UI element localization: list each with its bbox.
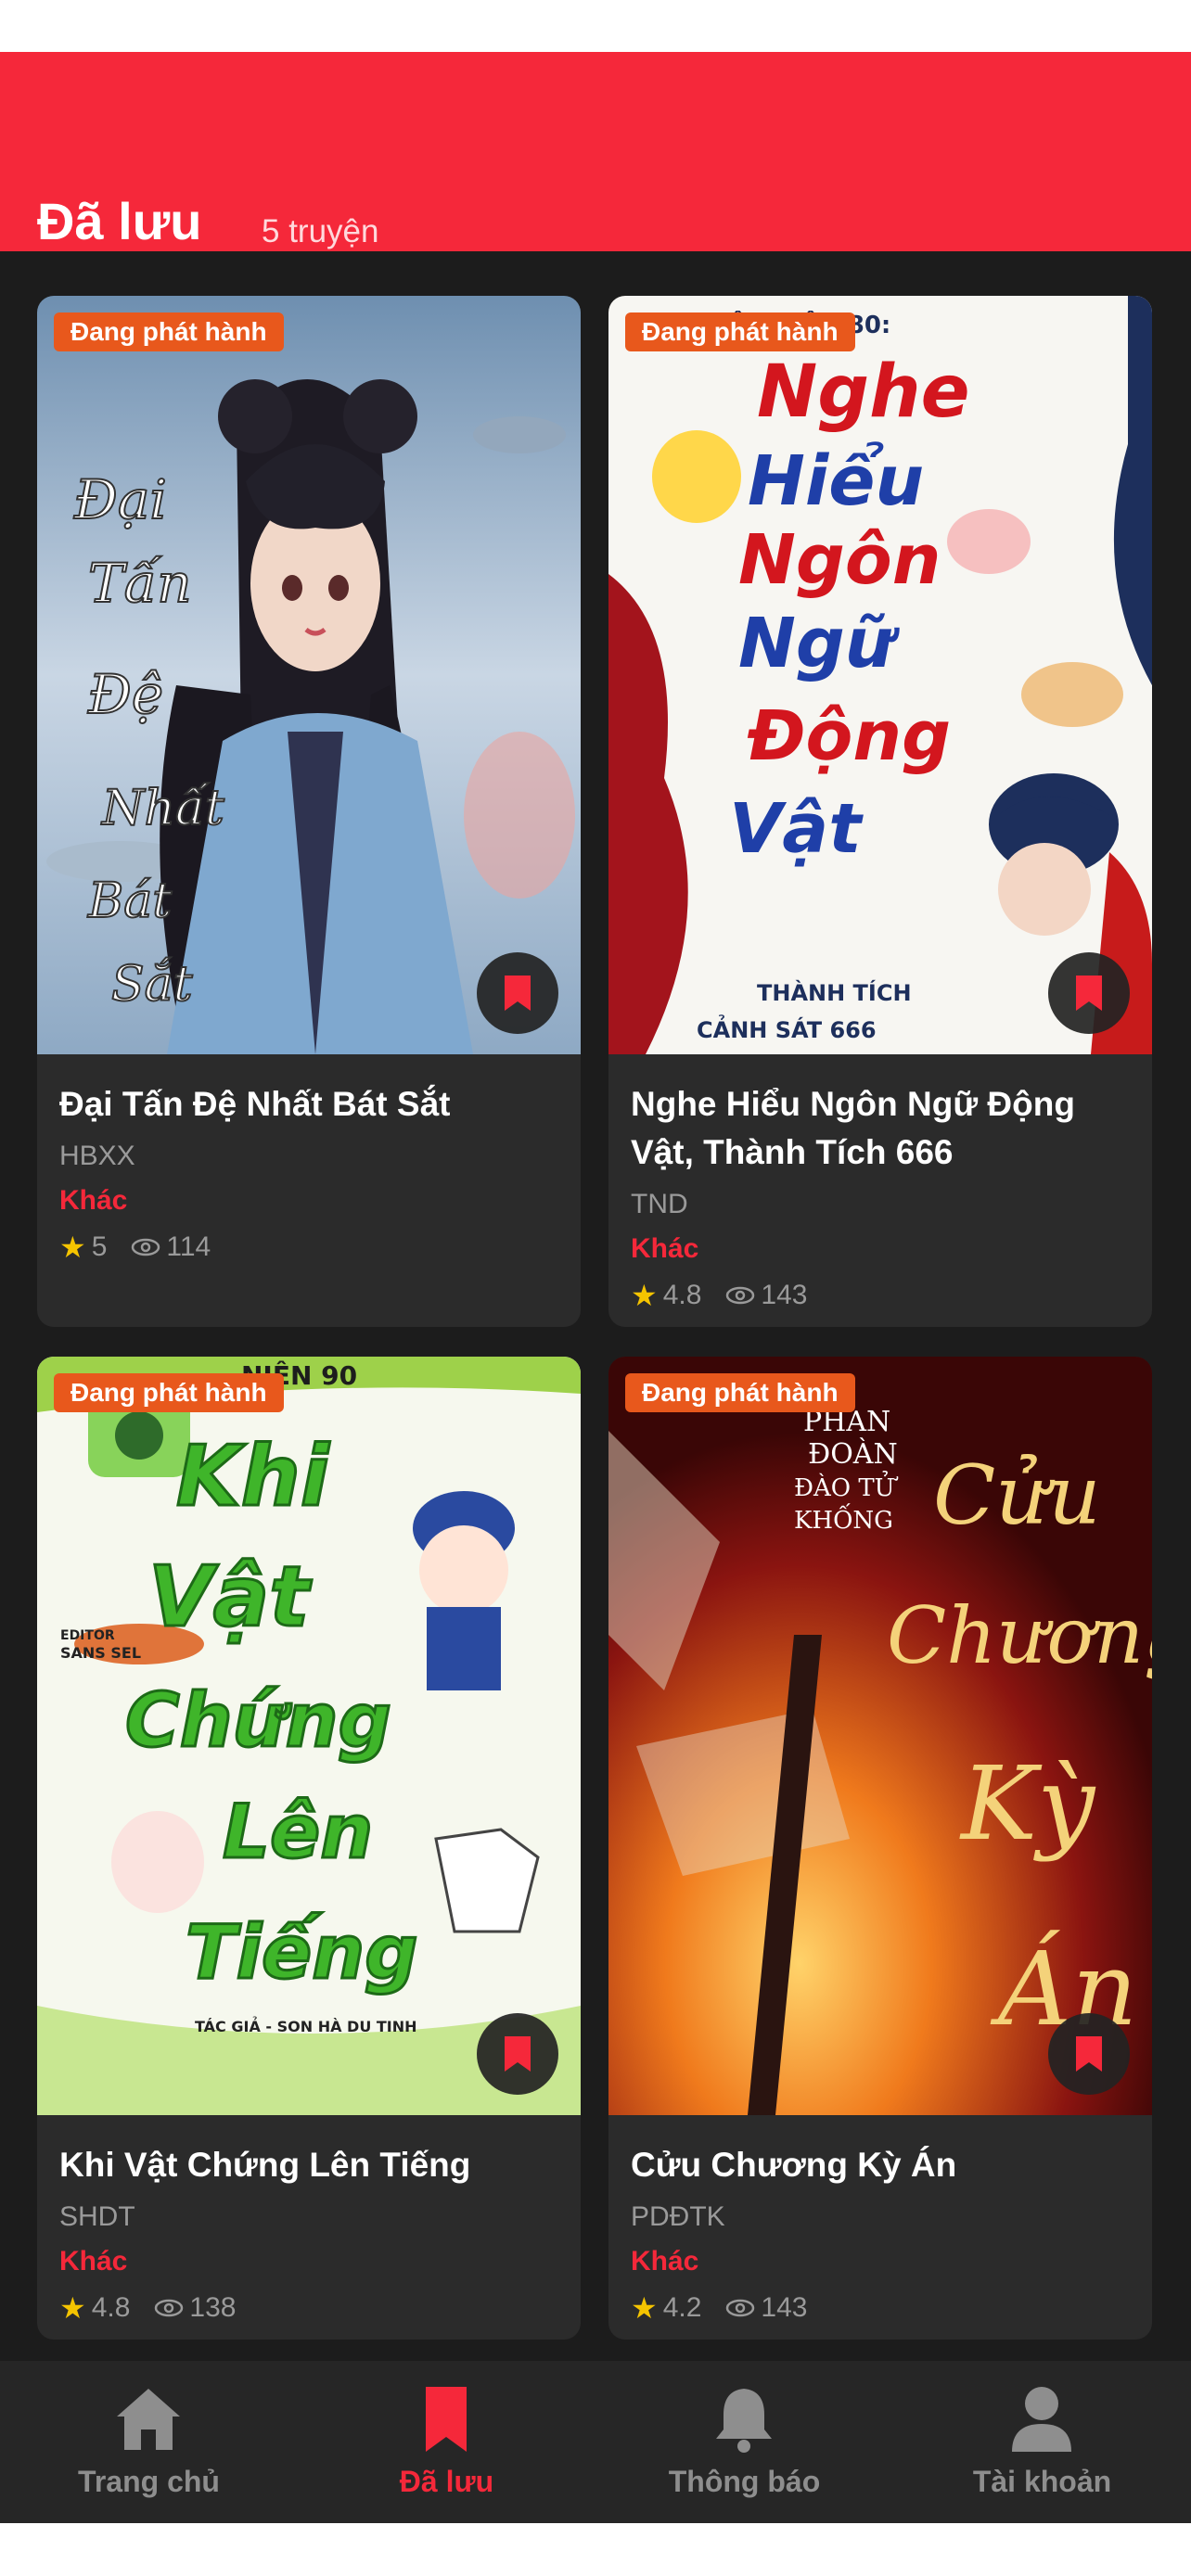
story-rating: 4.2 — [662, 2292, 702, 2323]
bookmark-icon — [1076, 2036, 1102, 2072]
story-cover[interactable]: Đại Tấn Đệ Nhất Bát Sắt Đang phát hành — [37, 296, 581, 1054]
svg-text:Đệ: Đệ — [87, 663, 163, 726]
eye-icon — [725, 1285, 755, 1306]
story-genre: Khác — [631, 2246, 699, 2276]
story-author: PDĐTK — [631, 2201, 725, 2232]
svg-text:Chứng: Chứng — [125, 1677, 391, 1764]
nav-saved[interactable]: Đã lưu — [298, 2361, 596, 2523]
bottom-nav: Trang chủ Đã lưu Thông báo Tài khoản — [0, 2361, 1191, 2523]
story-genre: Khác — [59, 2246, 128, 2276]
svg-text:Vật: Vật — [148, 1549, 312, 1646]
app-header: Đã lưu 5 truyện — [0, 52, 1191, 251]
story-views: 138 — [189, 2292, 237, 2323]
svg-text:Lên: Lên — [223, 1789, 373, 1875]
saved-stories-grid: Đại Tấn Đệ Nhất Bát Sắt Đang phát hành Đ… — [0, 251, 1191, 2361]
star-icon: ★ — [631, 2291, 658, 2325]
page-title: Đã lưu — [37, 192, 202, 250]
eye-icon — [154, 2298, 184, 2318]
status-badge: Đang phát hành — [54, 1373, 284, 1412]
story-title: Cửu Chương Kỳ Án — [631, 2146, 957, 2184]
story-title: Đại Tấn Đệ Nhất Bát Sắt — [59, 1085, 451, 1123]
svg-text:Vật: Vật — [729, 789, 864, 869]
story-rating: 4.8 — [662, 1280, 702, 1310]
story-genre: Khác — [59, 1185, 128, 1216]
svg-text:CẢNH SÁT 666: CẢNH SÁT 666 — [697, 1013, 877, 1043]
svg-text:KHỐNG: KHỐNG — [794, 1502, 893, 1535]
story-cover[interactable]: PHAN ĐOÀN ĐÀO TỬ KHỐNG Cửu Chương Kỳ Án … — [608, 1357, 1152, 2115]
svg-text:ĐÀO TỬ: ĐÀO TỬ — [794, 1470, 899, 1502]
star-icon: ★ — [59, 2291, 86, 2325]
svg-text:Chương: Chương — [887, 1590, 1152, 1681]
story-views: 143 — [761, 1280, 808, 1310]
user-icon — [1012, 2387, 1071, 2452]
home-icon — [117, 2389, 180, 2450]
story-cover[interactable]: NIÊN 90 Khi Vật Chứng Lên Tiếng EDITOR S… — [37, 1357, 581, 2115]
bookmark-icon — [1076, 976, 1102, 1011]
story-card[interactable]: THẬP NIÊN 80: Nghe Hiểu Ngôn Ngữ Động Vậ… — [608, 296, 1152, 1327]
bookmark-button[interactable] — [1048, 2013, 1130, 2095]
svg-text:Sắt: Sắt — [111, 957, 193, 1013]
svg-text:Hiểu: Hiểu — [748, 440, 924, 521]
nav-saved-label: Đã lưu — [399, 2465, 494, 2498]
svg-text:Nhất: Nhất — [100, 781, 224, 836]
svg-text:THÀNH TÍCH: THÀNH TÍCH — [757, 979, 912, 1006]
story-views: 143 — [761, 2292, 808, 2323]
svg-text:Ngữ: Ngữ — [738, 604, 900, 683]
nav-account[interactable]: Tài khoản — [893, 2361, 1191, 2523]
story-author: HBXX — [59, 1141, 135, 1171]
bookmark-icon — [426, 2387, 467, 2452]
status-badge: Đang phát hành — [625, 312, 855, 351]
star-icon: ★ — [631, 1279, 658, 1312]
svg-text:Cửu: Cửu — [933, 1447, 1101, 1543]
svg-text:Bát: Bát — [87, 874, 172, 929]
svg-text:Khi: Khi — [176, 1428, 330, 1525]
story-card[interactable]: PHAN ĐOÀN ĐÀO TỬ KHỐNG Cửu Chương Kỳ Án … — [608, 1357, 1152, 2340]
story-author: TND — [631, 1189, 688, 1219]
story-author: SHDT — [59, 2201, 135, 2232]
nav-notifications-label: Thông báo — [668, 2465, 821, 2498]
bookmark-icon — [505, 2036, 531, 2072]
svg-text:Tiếng: Tiếng — [186, 1909, 417, 1996]
story-genre: Khác — [631, 1233, 699, 1264]
svg-text:SANS SEL: SANS SEL — [60, 1644, 141, 1662]
status-badge: Đang phát hành — [54, 312, 284, 351]
story-title: Khi Vật Chứng Lên Tiếng — [59, 2146, 471, 2184]
eye-icon — [725, 2298, 755, 2318]
story-title: Nghe Hiểu Ngôn Ngữ Động Vật, Thành Tích … — [631, 1085, 1075, 1171]
story-card[interactable]: NIÊN 90 Khi Vật Chứng Lên Tiếng EDITOR S… — [37, 1357, 581, 2340]
bookmark-button[interactable] — [477, 2013, 558, 2095]
svg-text:ĐOÀN: ĐOÀN — [808, 1437, 898, 1471]
svg-text:Kỳ: Kỳ — [959, 1744, 1096, 1863]
saved-count: 5 truyện — [262, 213, 379, 249]
story-views: 114 — [166, 1231, 211, 1262]
nav-home[interactable]: Trang chủ — [0, 2361, 298, 2523]
svg-text:Đại: Đại — [73, 468, 167, 531]
eye-icon — [131, 1237, 160, 1257]
nav-home-label: Trang chủ — [78, 2465, 220, 2498]
svg-text:Tấn: Tấn — [88, 552, 192, 615]
story-rating: 4.8 — [91, 2292, 131, 2323]
bookmark-button[interactable] — [477, 952, 558, 1034]
star-icon: ★ — [59, 1231, 86, 1264]
svg-text:Động: Động — [747, 696, 951, 776]
svg-text:Ngôn: Ngôn — [738, 520, 941, 600]
svg-text:EDITOR: EDITOR — [60, 1628, 115, 1643]
status-badge: Đang phát hành — [625, 1373, 855, 1412]
bell-icon — [716, 2389, 772, 2453]
nav-account-label: Tài khoản — [972, 2465, 1112, 2498]
svg-text:TÁC GIẢ - SON HÀ DU TINH: TÁC GIẢ - SON HÀ DU TINH — [195, 2016, 417, 2035]
bookmark-button[interactable] — [1048, 952, 1130, 1034]
story-cover[interactable]: THẬP NIÊN 80: Nghe Hiểu Ngôn Ngữ Động Vậ… — [608, 296, 1152, 1054]
story-rating: 5 — [91, 1231, 108, 1262]
story-card[interactable]: Đại Tấn Đệ Nhất Bát Sắt Đang phát hành Đ… — [37, 296, 581, 1327]
svg-text:Nghe: Nghe — [757, 351, 970, 434]
nav-notifications[interactable]: Thông báo — [596, 2361, 893, 2523]
bookmark-icon — [505, 976, 531, 1011]
